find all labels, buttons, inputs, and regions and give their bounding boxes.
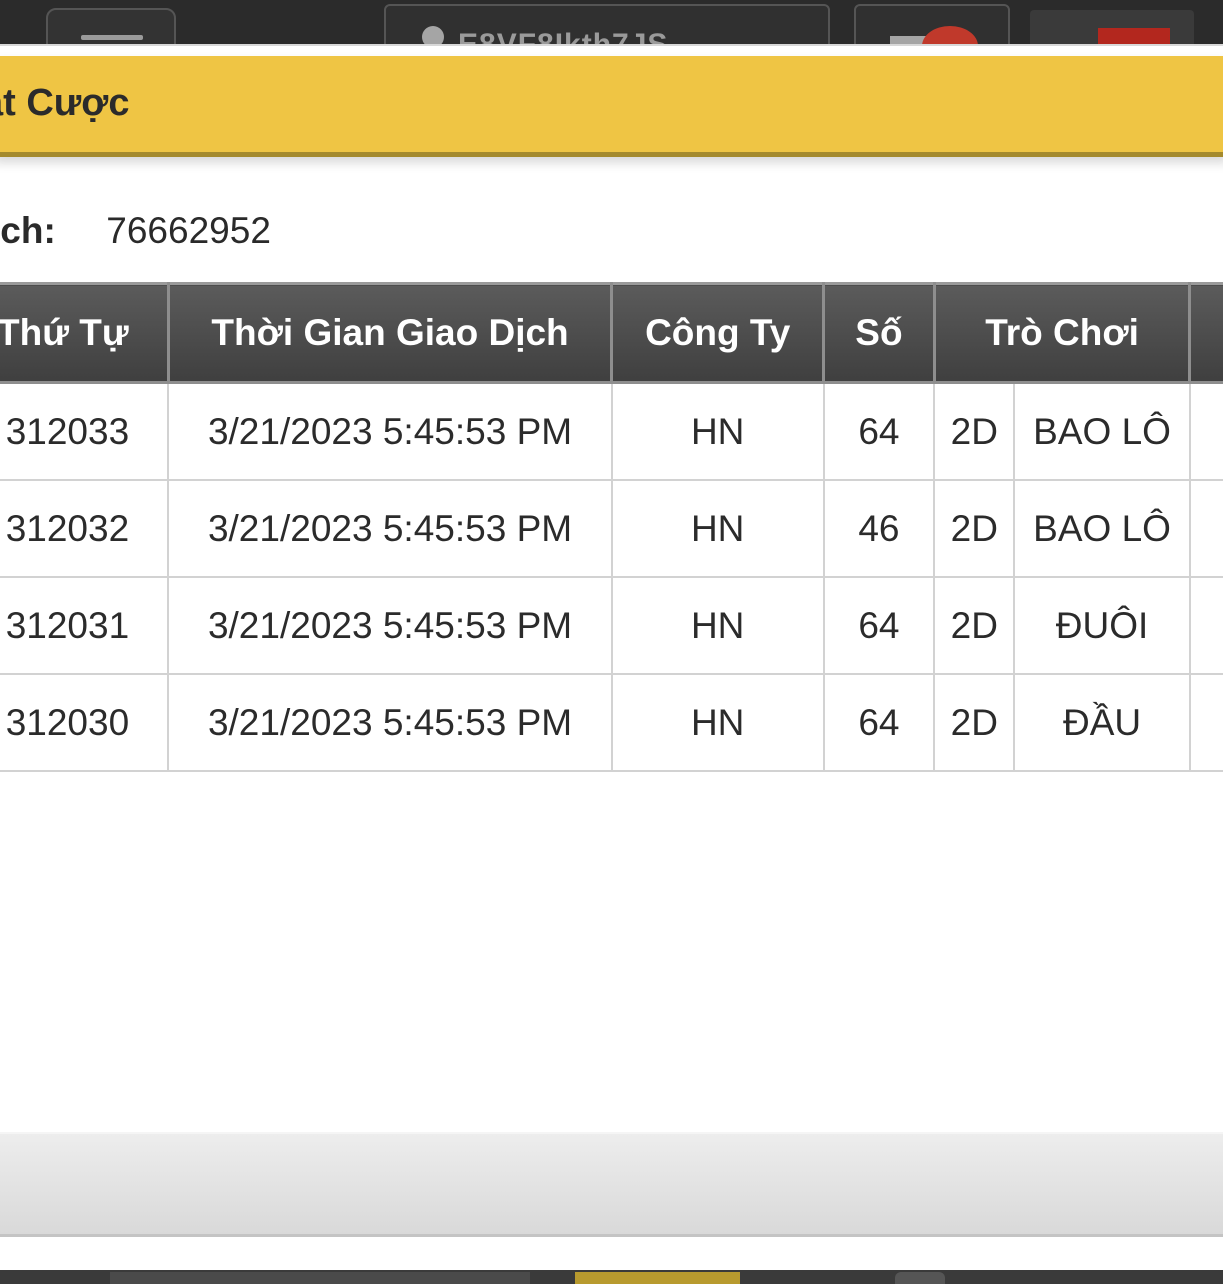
cell-time: 3/21/2023 5:45:53 PM: [167, 673, 613, 772]
language-button[interactable]: [1030, 10, 1194, 46]
cell-company: HN: [610, 576, 825, 675]
header-game: Trò Chơi: [932, 282, 1192, 384]
user-icon: [422, 26, 444, 46]
notification-badge: [922, 26, 978, 46]
cell-game: BAO LÔ: [1013, 381, 1191, 481]
header-company: Công Ty: [610, 282, 826, 384]
cell-company: HN: [610, 381, 825, 481]
cell-company: HN: [610, 673, 825, 772]
cell-number: 64: [822, 673, 936, 772]
modal-footer: [0, 1132, 1223, 1237]
bottom-nav-item[interactable]: [110, 1272, 530, 1284]
modal-header: ặt Cược: [0, 56, 1223, 157]
bottom-nav-item[interactable]: [895, 1272, 945, 1284]
cell-time: 3/21/2023 5:45:53 PM: [167, 381, 613, 481]
transaction-label: ịch:: [0, 210, 56, 251]
cell-order: 312033: [0, 381, 170, 481]
menu-button[interactable]: [46, 8, 176, 46]
cell-extra: [1188, 673, 1223, 772]
cell-number: 46: [822, 479, 936, 578]
header-number: Số: [822, 282, 936, 384]
transaction-id: 76662952: [106, 210, 271, 251]
cell-order: 312030: [0, 673, 170, 772]
bet-table: Thứ Tự Thời Gian Giao Dịch Công Ty Số Tr…: [0, 282, 1223, 772]
header-extra: [1188, 282, 1223, 384]
table-row: 312031 3/21/2023 5:45:53 PM HN 64 2D ĐUÔ…: [0, 576, 1223, 675]
cell-extra: [1188, 576, 1223, 675]
app-bottom-bar: [0, 1270, 1223, 1284]
cell-time: 3/21/2023 5:45:53 PM: [167, 479, 613, 578]
cell-order: 312032: [0, 479, 170, 578]
cell-order: 312031: [0, 576, 170, 675]
cell-type: 2D: [933, 479, 1016, 578]
cell-type: 2D: [933, 673, 1016, 772]
hamburger-icon: [81, 35, 143, 40]
app-top-bar: E8VF8Ikth7JS ⌄: [0, 0, 1223, 46]
table-row: 312032 3/21/2023 5:45:53 PM HN 46 2D BAO…: [0, 479, 1223, 578]
transaction-info: ịch: 76662952: [0, 210, 271, 252]
user-account-dropdown[interactable]: E8VF8Ikth7JS ⌄: [384, 4, 830, 46]
cell-type: 2D: [933, 576, 1016, 675]
cell-type: 2D: [933, 381, 1016, 481]
cell-game: BAO LÔ: [1013, 479, 1191, 578]
table-row: 312033 3/21/2023 5:45:53 PM HN 64 2D BAO…: [0, 381, 1223, 481]
cell-extra: [1188, 479, 1223, 578]
modal-title: ặt Cược: [0, 82, 130, 124]
cell-game: ĐẦU: [1013, 673, 1191, 772]
cell-game: ĐUÔI: [1013, 576, 1191, 675]
cell-company: HN: [610, 479, 825, 578]
header-time: Thời Gian Giao Dịch: [166, 282, 614, 384]
cell-time: 3/21/2023 5:45:53 PM: [167, 576, 613, 675]
cell-number: 64: [822, 381, 936, 481]
cell-number: 64: [822, 576, 936, 675]
bottom-nav-item-active[interactable]: [575, 1272, 740, 1284]
table-row: 312030 3/21/2023 5:45:53 PM HN 64 2D ĐẦU: [0, 673, 1223, 772]
header-order: Thứ Tự: [0, 282, 170, 384]
messages-button[interactable]: [854, 4, 1010, 46]
table-header-row: Thứ Tự Thời Gian Giao Dịch Công Ty Số Tr…: [0, 282, 1223, 384]
cell-extra: [1188, 381, 1223, 481]
bet-detail-modal: ặt Cược ịch: 76662952 Thứ Tự Thời Gian G…: [0, 44, 1223, 1270]
